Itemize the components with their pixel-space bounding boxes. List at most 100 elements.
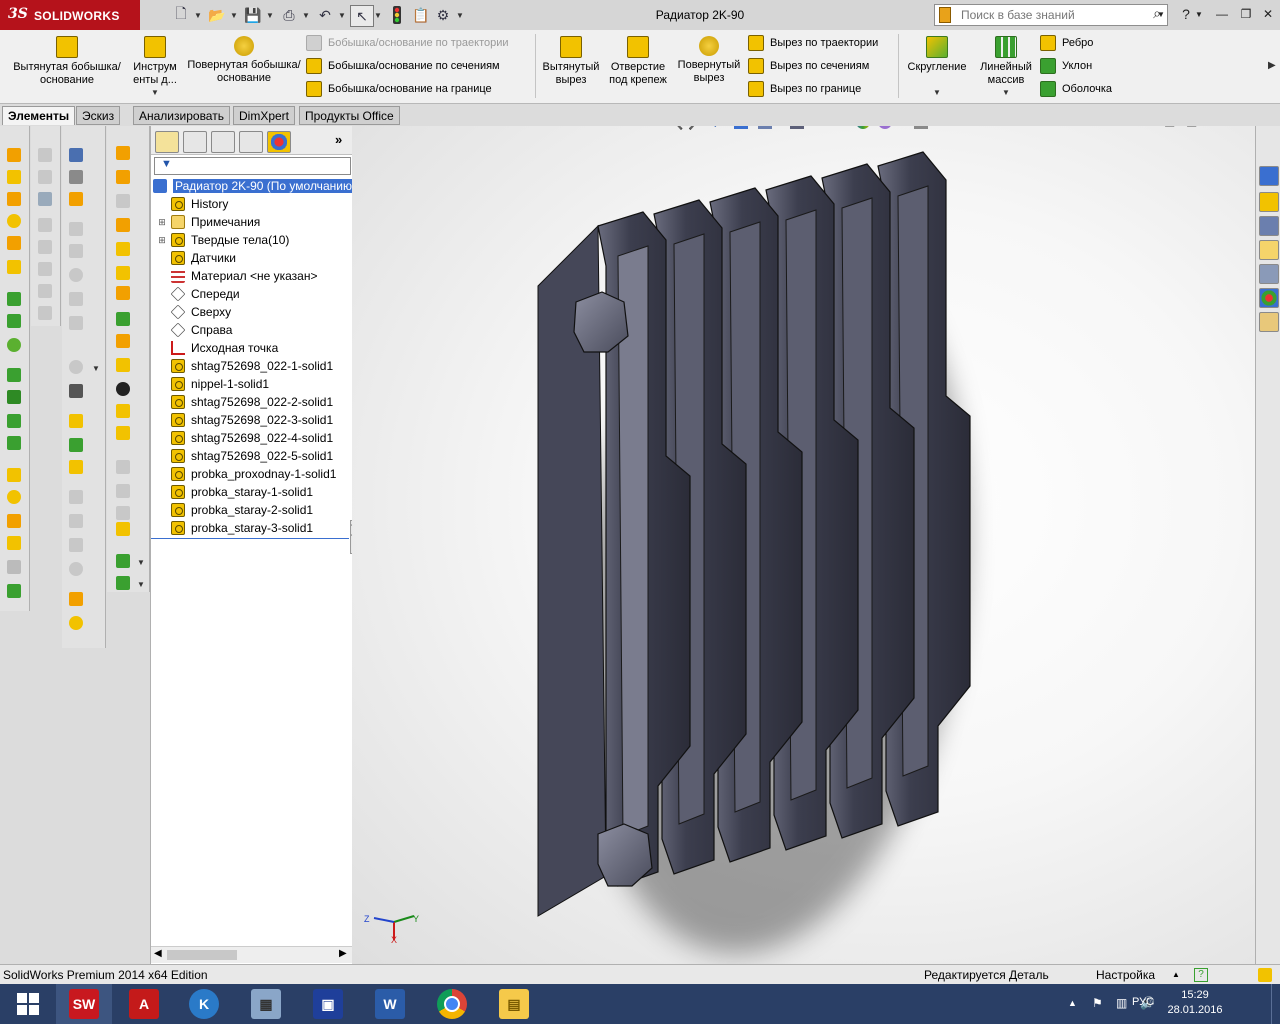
ellipse-tool-icon[interactable] — [69, 360, 83, 374]
property-manager-tab-icon[interactable] — [183, 131, 207, 153]
rebuild-traffic-light-icon[interactable] — [386, 5, 408, 25]
tray-expand-icon[interactable]: ▲ — [1068, 998, 1077, 1008]
tree-item[interactable]: probka_proxodnay-1-solid1 — [157, 465, 336, 483]
deform-icon[interactable] — [69, 616, 83, 630]
intersect-icon[interactable] — [69, 562, 83, 576]
surface-fill-icon[interactable] — [116, 404, 130, 418]
settings-dropdown-arrow[interactable]: ▲ — [1172, 970, 1180, 979]
tree-item[interactable]: shtag752698_022-5-solid1 — [157, 447, 333, 465]
curves-dropdown-arrow[interactable]: ▼ — [137, 580, 145, 589]
tree-item[interactable]: Спереди — [157, 285, 240, 303]
instant3d-icon[interactable] — [116, 554, 130, 568]
loft-boss-button[interactable]: Бобышка/основание по сечениям — [306, 57, 500, 75]
tab-dimxpert[interactable]: DimXpert — [233, 106, 296, 125]
new-dropdown-arrow[interactable]: ▼ — [193, 5, 203, 25]
sweep-tool-icon[interactable] — [7, 192, 21, 206]
surface-delete-icon[interactable] — [116, 382, 130, 396]
options-icon[interactable]: ⚙ — [432, 5, 454, 25]
close-icon[interactable]: ✕ — [1258, 6, 1278, 22]
open-dropdown-arrow[interactable]: ▼ — [229, 5, 239, 25]
thicken-tool-icon[interactable] — [7, 260, 21, 274]
split-icon[interactable] — [69, 460, 83, 474]
tree-item[interactable]: shtag752698_022-3-solid1 — [157, 411, 333, 429]
trim-tool-icon[interactable] — [38, 240, 52, 254]
open-folder-icon[interactable]: 📂 — [206, 5, 228, 25]
tree-root-part[interactable]: Радиатор 2K-90 (По умолчанию — [153, 177, 354, 195]
surface-untrim-icon[interactable] — [116, 484, 130, 498]
extrude-boss-button[interactable]: Вытянутая бобышка/основание — [8, 36, 126, 87]
expand-toggle-icon[interactable]: ⊞ — [157, 217, 167, 228]
rollback-bar[interactable] — [151, 538, 349, 539]
fillet-tool-icon[interactable] — [7, 468, 21, 482]
cut-tool-icon[interactable] — [7, 292, 21, 306]
extrude-tool-icon[interactable] — [7, 148, 21, 162]
cut-boundary-tool-icon[interactable] — [7, 390, 21, 404]
hole-wizard-button[interactable]: Отверстие под крепеж — [606, 36, 670, 87]
solidworks-taskbar-icon[interactable]: SW — [56, 984, 112, 1024]
coordinate-system-icon[interactable] — [116, 266, 130, 280]
wrap-tool-icon[interactable] — [7, 536, 21, 550]
combine-icon[interactable] — [69, 438, 83, 452]
configuration-manager-tab-icon[interactable] — [211, 131, 235, 153]
boundary-cut-button[interactable]: Вырез по границе — [748, 80, 861, 98]
shell-tool-icon[interactable] — [7, 584, 21, 598]
system-clock[interactable]: 15:29 28.01.2016 — [1160, 988, 1230, 1018]
help-dropdown-arrow[interactable]: ▼ — [1194, 6, 1204, 22]
surface-trim-icon[interactable] — [116, 460, 130, 474]
tree-horizontal-scrollbar[interactable]: ◀ ▶ — [151, 946, 352, 963]
rib-tool-icon[interactable] — [7, 514, 21, 528]
tree-item[interactable]: probka_staray-1-solid1 — [157, 483, 313, 501]
custom-properties-icon[interactable] — [1259, 312, 1279, 332]
home-icon[interactable] — [1259, 192, 1279, 212]
restore-icon[interactable]: ❐ — [1236, 6, 1256, 22]
tree-item[interactable]: shtag752698_022-2-solid1 — [157, 393, 333, 411]
tree-item[interactable]: shtag752698_022-1-solid1 — [157, 357, 333, 375]
curve-tool-icon[interactable] — [116, 146, 130, 160]
revolve-boss-button[interactable]: Повернутая бобышка/основание — [186, 36, 302, 85]
radiator-3d-model[interactable] — [352, 126, 1255, 964]
rib-button[interactable]: Ребро — [1040, 34, 1093, 52]
cut-loft-tool-icon[interactable] — [7, 368, 21, 382]
tab-office-products[interactable]: Продукты Office — [299, 106, 400, 125]
convert-tool-icon[interactable] — [38, 262, 52, 276]
linear-pattern-dropdown-arrow[interactable]: ▼ — [1002, 88, 1010, 97]
tree-item[interactable]: ⊞ Твердые тела(10) — [157, 231, 289, 249]
tab-sketch[interactable]: Эскиз — [76, 106, 121, 125]
graphics-area[interactable]: 🔍 🔎 ⤺ ▼ ▼ 👓 ▼ ▼ ▼ ◫ ◫ — ❐ ✕ — [352, 126, 1255, 964]
dome-tool-icon[interactable] — [7, 560, 21, 574]
tree-item[interactable]: Материал <не указан> — [157, 267, 317, 285]
replace-face-icon[interactable] — [69, 538, 83, 552]
loft-cut-button[interactable]: Вырез по сечениям — [748, 57, 869, 75]
move-face-icon[interactable] — [69, 490, 83, 504]
scroll-left-arrow[interactable]: ◀ — [154, 948, 162, 959]
save-taskbar-icon[interactable]: ▣ — [300, 984, 356, 1024]
tree-item[interactable]: probka_staray-3-solid1 — [157, 519, 313, 537]
fillet-button[interactable]: Скругление — [904, 36, 970, 74]
show-desktop-button[interactable] — [1271, 984, 1280, 1024]
scroll-right-arrow[interactable]: ▶ — [339, 948, 347, 959]
3d-sketch-tool-icon[interactable] — [38, 170, 52, 184]
reference-plane-icon[interactable] — [116, 218, 130, 232]
file-properties-icon[interactable]: 📋 — [410, 5, 432, 25]
loft-tool-icon[interactable] — [7, 214, 21, 228]
extrude-cut-button[interactable]: Вытянутый вырез — [540, 36, 602, 87]
mate-reference-icon[interactable] — [116, 312, 130, 326]
sweep-boss-button[interactable]: Бобышка/основание по траектории — [306, 34, 509, 52]
minimize-icon[interactable]: — — [1212, 6, 1232, 22]
language-indicator[interactable]: РУС — [1132, 996, 1154, 1008]
tree-item[interactable]: Исходная точка — [157, 339, 278, 357]
chrome-taskbar-icon[interactable] — [424, 984, 480, 1024]
settings-label[interactable]: Настройка — [1096, 968, 1155, 982]
notification-icon[interactable] — [1258, 968, 1272, 982]
smart-dimension-icon[interactable] — [38, 192, 52, 206]
network-icon[interactable]: ▥ — [1116, 996, 1127, 1010]
autocad-taskbar-icon[interactable]: A — [116, 984, 172, 1024]
select-dropdown-arrow[interactable]: ▼ — [373, 5, 383, 25]
insert-body-icon[interactable] — [69, 414, 83, 428]
tree-item[interactable]: shtag752698_022-4-solid1 — [157, 429, 333, 447]
tree-item[interactable]: ⊞ Примечания — [157, 213, 260, 231]
mirror-tool-icon[interactable] — [38, 306, 52, 320]
tree-item[interactable]: History — [157, 195, 228, 213]
helix-tool-icon[interactable] — [116, 170, 130, 184]
spline-tool-icon[interactable] — [69, 316, 83, 330]
